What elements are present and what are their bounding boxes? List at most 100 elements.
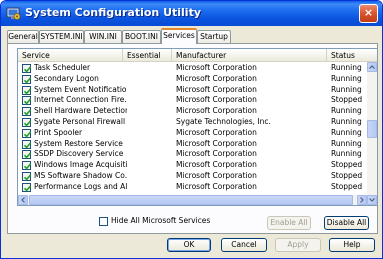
tab-services[interactable]: Services: [161, 28, 197, 44]
arrow-right-icon: [360, 197, 364, 203]
service-name: Print Spooler: [34, 127, 83, 137]
service-manufacturer: Microsoft Corporation: [176, 138, 257, 148]
table-row[interactable]: Performance Logs and Al... Microsoft Corp…: [18, 182, 367, 193]
scroll-left-button[interactable]: [18, 195, 28, 205]
services-panel: Service Essential Manufacturer Status Ta…: [7, 43, 378, 234]
cancel-button[interactable]: Cancel: [221, 238, 267, 252]
list-header: Service Essential Manufacturer Status: [18, 49, 377, 62]
service-status: Running: [331, 73, 362, 83]
vertical-scrollbar[interactable]: [367, 62, 377, 205]
checkmark-icon: [23, 152, 32, 159]
service-manufacturer: Microsoft Corporation: [176, 181, 257, 191]
table-row[interactable]: System Event Notification Microsoft Corpo…: [18, 85, 367, 96]
service-rows: Task Scheduler Microsoft Corporation Runni…: [18, 63, 367, 193]
service-checkbox[interactable]: [22, 85, 32, 95]
checkmark-icon: [23, 185, 32, 192]
scroll-down-button[interactable]: [367, 195, 377, 205]
service-manufacturer: Microsoft Corporation: [176, 63, 257, 72]
column-header-manufacturer[interactable]: Manufacturer: [172, 49, 327, 62]
service-checkbox[interactable]: [22, 96, 32, 106]
service-checkbox[interactable]: [22, 139, 32, 149]
service-name: Secondary Logon: [34, 73, 99, 83]
tab-general[interactable]: General: [7, 30, 39, 43]
horizontal-scroll-thumb[interactable]: [29, 195, 353, 205]
checkmark-icon: [23, 142, 32, 149]
service-manufacturer: Microsoft Corporation: [176, 170, 257, 180]
service-status: Stopped: [331, 160, 363, 170]
close-button[interactable]: ×: [359, 4, 378, 23]
service-manufacturer: Microsoft Corporation: [176, 84, 257, 94]
table-row[interactable]: Print Spooler Microsoft Corporation Runnin…: [18, 128, 367, 139]
service-name: Performance Logs and Al...: [34, 181, 127, 191]
table-row[interactable]: Windows Image Acquisiti... Microsoft Corp…: [18, 160, 367, 171]
enable-all-button[interactable]: Enable All: [267, 216, 311, 230]
apply-button[interactable]: Apply: [275, 238, 321, 252]
vertical-scroll-thumb[interactable]: [367, 120, 377, 138]
service-checkbox[interactable]: [22, 161, 32, 171]
service-manufacturer: Microsoft Corporation: [176, 127, 257, 137]
services-list[interactable]: Service Essential Manufacturer Status Ta…: [17, 48, 378, 206]
service-name: SSDP Discovery Service: [34, 149, 124, 159]
service-name: Windows Image Acquisiti...: [34, 160, 127, 170]
service-name: Internet Connection Fire...: [34, 95, 127, 105]
checkmark-icon: [23, 120, 32, 127]
service-name: System Event Notification: [34, 84, 127, 94]
service-checkbox[interactable]: [22, 128, 32, 138]
service-status: Running: [331, 106, 362, 116]
table-row[interactable]: Secondary Logon Microsoft Corporation Runn…: [18, 74, 367, 85]
service-status: Running: [331, 149, 362, 159]
help-button[interactable]: Help: [329, 238, 375, 252]
system-config-app-icon: [6, 7, 21, 20]
service-status: Stopped: [331, 170, 363, 180]
column-header-status[interactable]: Status: [327, 49, 377, 62]
tab-boot-ini[interactable]: BOOT.INI: [122, 30, 161, 43]
service-name: Task Scheduler: [34, 63, 91, 72]
service-status: Stopped: [331, 181, 363, 191]
table-row[interactable]: System Restore Service Microsoft Corporat…: [18, 139, 367, 150]
table-row[interactable]: MS Software Shadow Co... Microsoft Corpor…: [18, 171, 367, 182]
service-manufacturer: Microsoft Corporation: [176, 149, 257, 159]
horizontal-scrollbar[interactable]: [18, 195, 367, 205]
checkmark-icon: [23, 131, 32, 138]
tab-startup[interactable]: Startup: [197, 30, 231, 43]
scroll-up-button[interactable]: [367, 62, 377, 72]
service-checkbox[interactable]: [22, 107, 32, 117]
hide-all-checkbox[interactable]: [99, 217, 108, 226]
service-checkbox[interactable]: [22, 74, 32, 84]
tab-win-ini[interactable]: WIN.INI: [84, 30, 122, 43]
scroll-right-button[interactable]: [357, 195, 367, 205]
service-manufacturer: Microsoft Corporation: [176, 95, 257, 105]
table-row[interactable]: Sygate Personal Firewall Sygate Technolog…: [18, 117, 367, 128]
table-row[interactable]: Internet Connection Fire... Microsoft Cor…: [18, 95, 367, 106]
arrow-down-icon: [369, 198, 375, 202]
service-checkbox[interactable]: [22, 171, 32, 181]
service-checkbox[interactable]: [22, 64, 32, 73]
service-status: Running: [331, 138, 362, 148]
service-checkbox[interactable]: [22, 182, 32, 192]
system-configuration-window: System Configuration Utility × General S…: [0, 0, 383, 259]
service-status: Running: [331, 63, 362, 72]
service-checkbox[interactable]: [22, 150, 32, 160]
disable-all-button[interactable]: Disable All: [324, 216, 369, 230]
checkmark-icon: [23, 66, 32, 73]
checkmark-icon: [23, 174, 32, 181]
service-name: MS Software Shadow Co...: [34, 170, 127, 180]
checkmark-icon: [23, 163, 32, 170]
table-row[interactable]: Shell Hardware Detection Microsoft Corpor…: [18, 106, 367, 117]
ok-button[interactable]: OK: [167, 238, 211, 252]
table-row[interactable]: Task Scheduler Microsoft Corporation Runni…: [18, 63, 367, 74]
column-header-essential[interactable]: Essential: [123, 49, 172, 62]
service-name: System Restore Service: [34, 138, 123, 148]
column-header-service[interactable]: Service: [18, 49, 123, 62]
service-manufacturer: Microsoft Corporation: [176, 73, 257, 83]
table-row[interactable]: SSDP Discovery Service Microsoft Corporat…: [18, 149, 367, 160]
tab-system-ini[interactable]: SYSTEM.INI: [39, 30, 84, 43]
window-title: System Configuration Utility: [25, 6, 201, 19]
title-bar[interactable]: System Configuration Utility ×: [1, 1, 382, 26]
service-status: Running: [331, 116, 362, 126]
service-checkbox[interactable]: [22, 117, 32, 127]
service-manufacturer: Microsoft Corporation: [176, 160, 257, 170]
service-manufacturer: Sygate Technologies, Inc.: [176, 116, 271, 126]
service-manufacturer: Microsoft Corporation: [176, 106, 257, 116]
hide-all-label[interactable]: Hide All Microsoft Services: [111, 216, 210, 225]
